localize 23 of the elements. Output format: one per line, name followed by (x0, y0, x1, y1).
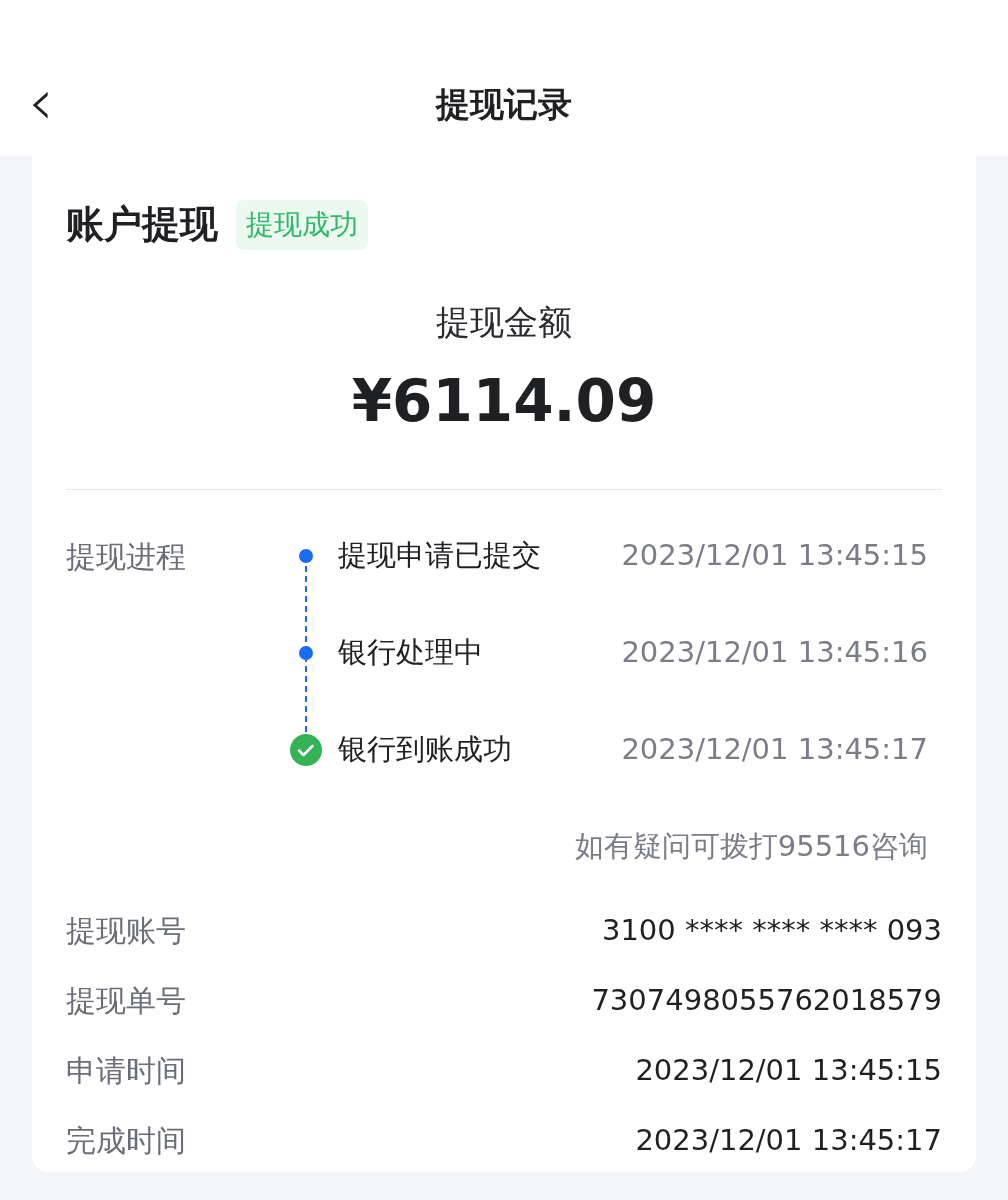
step-text: 银行处理中 (338, 634, 483, 672)
amount-value: ¥6114.09 (351, 366, 657, 437)
check-circle-icon (290, 734, 322, 766)
card-title: 账户提现 (66, 201, 218, 248)
help-note: 如有疑问可拨打95516咨询 (574, 828, 928, 865)
detail-label: 完成时间 (66, 1122, 186, 1160)
progress-label: 提现进程 (66, 538, 187, 576)
status-tag: 提现成功 (236, 199, 368, 250)
detail-label: 提现单号 (66, 982, 186, 1020)
back-button[interactable]: ‹ (28, 70, 54, 134)
detail-value: 2023/12/01 13:45:17 (635, 1121, 942, 1159)
step-text: 银行到账成功 (338, 731, 512, 769)
detail-value: 7307498055762018579 (591, 981, 942, 1019)
page-title: 提现记录 (436, 82, 572, 126)
step-time: 2023/12/01 13:45:15 (621, 537, 929, 575)
detail-value: 3100 **** **** **** 093 (601, 911, 942, 949)
detail-label: 申请时间 (66, 1052, 186, 1090)
amount-label: 提现金额 (436, 301, 572, 344)
step-time: 2023/12/01 13:45:17 (621, 731, 929, 769)
step-text: 提现申请已提交 (338, 537, 541, 575)
step-time: 2023/12/01 13:45:16 (621, 634, 929, 672)
detail-label: 提现账号 (66, 912, 186, 950)
detail-value: 2023/12/01 13:45:15 (635, 1051, 942, 1089)
